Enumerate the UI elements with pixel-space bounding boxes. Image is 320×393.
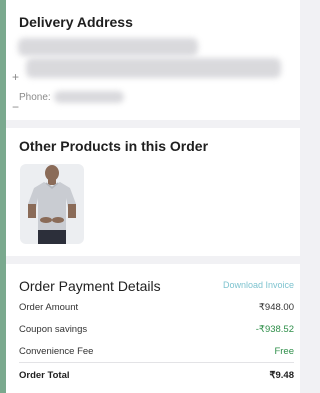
order-payment-card: Order Payment Details Download Invoice O…: [6, 264, 300, 393]
total-divider: [19, 362, 294, 363]
coupon-savings-row: Coupon savings -₹938.52: [19, 324, 294, 338]
phone-value-redacted: [54, 91, 124, 103]
other-products-card: Other Products in this Order: [6, 128, 300, 256]
payment-details-title: Order Payment Details: [19, 278, 161, 294]
coupon-savings-label: Coupon savings: [19, 324, 88, 335]
order-total-label: Order Total: [19, 370, 70, 381]
address-line-redacted: [18, 38, 198, 56]
tshirt-icon: [28, 165, 76, 244]
order-amount-label: Order Amount: [19, 302, 79, 313]
convenience-fee-label: Convenience Fee: [19, 346, 94, 357]
order-amount-value: ₹948.00: [258, 302, 294, 313]
convenience-fee-row: Convenience Fee Free: [19, 346, 294, 360]
download-invoice-link[interactable]: Download Invoice: [223, 280, 294, 290]
order-total-row: Order Total ₹9.48: [19, 370, 294, 384]
coupon-savings-value: -₹938.52: [255, 324, 294, 335]
convenience-fee-value: Free: [274, 346, 294, 357]
product-thumbnail[interactable]: [20, 164, 84, 244]
other-products-title: Other Products in this Order: [19, 138, 209, 154]
address-line-redacted: [26, 58, 281, 78]
delivery-address-title: Delivery Address: [19, 14, 133, 30]
phone-label: Phone:: [19, 92, 51, 103]
plus-icon: +: [12, 70, 20, 84]
delivery-address-card: Delivery Address + Phone: −: [6, 0, 300, 120]
order-amount-row: Order Amount ₹948.00: [19, 302, 294, 316]
minus-icon: −: [12, 100, 20, 114]
order-total-value: ₹9.48: [269, 370, 294, 381]
